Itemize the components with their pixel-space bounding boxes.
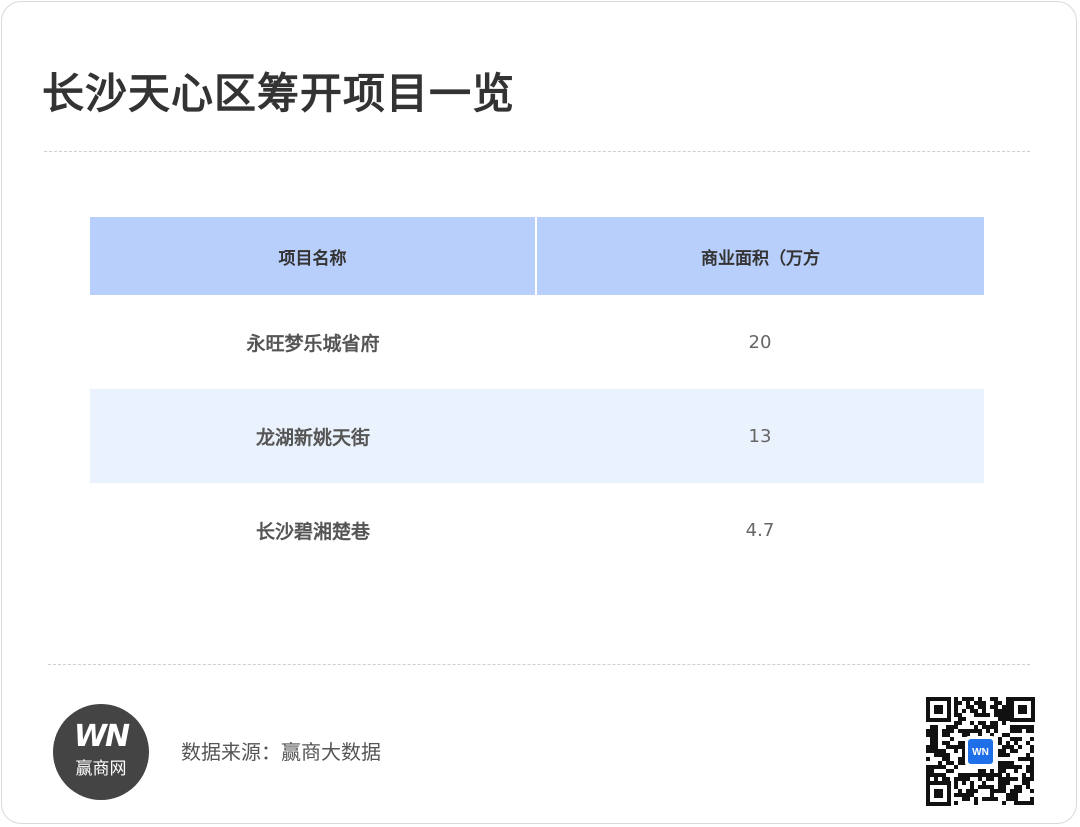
footer-divider [48,664,1030,665]
area-value-cell: 4.7 [745,519,775,541]
title-divider [44,151,1030,152]
brand-logo: WN 赢商网 [53,704,149,800]
project-name-cell: 龙湖新姚天街 [90,389,536,483]
qr-code-icon: WN [924,695,1037,808]
table-header-row: 项目名称 商业面积（万方 [90,217,984,295]
area-value-cell: 20 [748,331,772,353]
table-row: 龙湖新姚天街 13 [90,389,984,483]
header-commercial-area: 商业面积（万方 [536,217,984,295]
project-name-cell: 永旺梦乐城省府 [246,332,380,355]
header-project-name: 项目名称 [90,217,537,295]
table-row: 长沙碧湘楚巷 4.7 [90,483,984,577]
table-row: 永旺梦乐城省府 20 [90,295,984,389]
logo-text: 赢商网 [75,759,127,779]
data-table: 项目名称 商业面积（万方 永旺梦乐城省府 20 龙湖新姚天街 13 长沙碧湘楚巷… [90,217,984,577]
project-name-cell: 长沙碧湘楚巷 [255,520,370,543]
area-value-cell: 13 [536,389,984,483]
qr-badge-text: WN [972,747,989,758]
data-source-text: 数据来源：赢商大数据 [181,740,381,764]
page-title: 长沙天心区筹开项目一览 [42,69,516,118]
logo-mark: WN [73,719,130,754]
